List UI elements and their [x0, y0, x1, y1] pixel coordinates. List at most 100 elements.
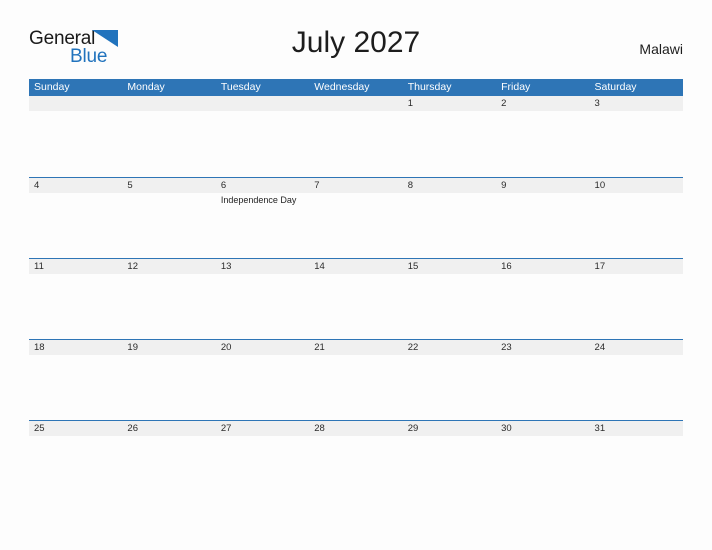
day-cell[interactable]: 12 — [122, 259, 215, 274]
week-date-band: 11 12 13 14 15 16 17 — [29, 258, 683, 274]
day-events[interactable] — [496, 111, 589, 177]
day-number: 20 — [220, 342, 232, 353]
day-cell[interactable]: 1 — [403, 96, 496, 111]
day-cell[interactable] — [309, 96, 402, 111]
day-events[interactable] — [590, 436, 683, 502]
day-cell[interactable]: 9 — [496, 178, 589, 193]
country-label: Malawi — [639, 41, 683, 57]
week-date-band: 4 5 6 7 8 9 10 — [29, 177, 683, 193]
day-cell[interactable]: 10 — [590, 178, 683, 193]
day-events[interactable] — [122, 355, 215, 421]
day-cell[interactable]: 19 — [122, 340, 215, 355]
day-cell[interactable]: 23 — [496, 340, 589, 355]
day-events[interactable] — [590, 274, 683, 340]
day-cell[interactable]: 22 — [403, 340, 496, 355]
day-events[interactable] — [403, 274, 496, 340]
day-cell[interactable]: 16 — [496, 259, 589, 274]
day-events[interactable] — [590, 193, 683, 259]
day-events[interactable] — [216, 111, 309, 177]
day-number: 4 — [34, 180, 40, 191]
day-events[interactable] — [496, 355, 589, 421]
day-events[interactable] — [309, 111, 402, 177]
day-cell[interactable]: 4 — [29, 178, 122, 193]
day-events[interactable] — [122, 111, 215, 177]
day-number: 1 — [407, 98, 413, 109]
day-cell[interactable] — [29, 96, 122, 111]
week-event-area — [29, 436, 683, 502]
week-event-area — [29, 274, 683, 340]
day-number: 29 — [407, 423, 419, 434]
day-number: 13 — [220, 261, 232, 272]
day-cell[interactable]: 2 — [496, 96, 589, 111]
day-events[interactable] — [309, 274, 402, 340]
day-number: 7 — [314, 180, 320, 191]
holiday-event-label: Independence Day — [220, 195, 297, 205]
day-cell[interactable]: 31 — [590, 421, 683, 436]
day-number: 8 — [407, 180, 413, 191]
weekday-header-tuesday: Tuesday — [220, 81, 261, 93]
day-events[interactable] — [309, 355, 402, 421]
day-number: 9 — [501, 180, 507, 191]
day-number: 14 — [314, 261, 325, 272]
day-number: 28 — [314, 423, 325, 434]
day-events[interactable] — [122, 436, 215, 502]
day-cell[interactable]: 20 — [216, 340, 309, 355]
calendar-week-row: 11 12 13 14 15 16 17 — [29, 258, 683, 340]
day-events[interactable] — [29, 274, 122, 340]
day-events[interactable] — [496, 274, 589, 340]
day-events[interactable] — [29, 436, 122, 502]
day-events[interactable] — [496, 436, 589, 502]
day-number: 2 — [501, 98, 507, 109]
day-cell[interactable]: 25 — [29, 421, 122, 436]
day-events[interactable] — [122, 274, 215, 340]
day-events[interactable] — [590, 111, 683, 177]
day-events[interactable] — [309, 193, 402, 259]
day-number: 21 — [314, 342, 325, 353]
day-number: 10 — [594, 180, 606, 191]
day-cell[interactable]: 29 — [403, 421, 496, 436]
calendar-page: General Blue July 2027 Malawi Sunday Mon… — [0, 0, 712, 550]
day-events[interactable] — [403, 355, 496, 421]
calendar-grid: Sunday Monday Tuesday Wednesday Thursday… — [29, 79, 683, 502]
day-events[interactable] — [496, 193, 589, 259]
day-cell[interactable]: 18 — [29, 340, 122, 355]
day-number: 26 — [127, 423, 138, 434]
day-events[interactable]: Independence Day — [216, 193, 309, 259]
day-events[interactable] — [590, 355, 683, 421]
day-cell[interactable]: 21 — [309, 340, 402, 355]
day-events[interactable] — [309, 436, 402, 502]
day-cell[interactable]: 24 — [590, 340, 683, 355]
day-events[interactable] — [403, 436, 496, 502]
day-events[interactable] — [29, 355, 122, 421]
day-cell[interactable]: 15 — [403, 259, 496, 274]
day-events[interactable] — [403, 193, 496, 259]
day-cell[interactable]: 26 — [122, 421, 215, 436]
day-cell[interactable]: 14 — [309, 259, 402, 274]
day-cell[interactable]: 13 — [216, 259, 309, 274]
day-events[interactable] — [216, 355, 309, 421]
day-events[interactable] — [216, 274, 309, 340]
day-cell[interactable] — [122, 96, 215, 111]
day-number: 31 — [594, 423, 606, 434]
day-cell[interactable]: 28 — [309, 421, 402, 436]
day-cell[interactable]: 5 — [122, 178, 215, 193]
day-cell[interactable]: 7 — [309, 178, 402, 193]
day-cell[interactable]: 17 — [590, 259, 683, 274]
day-cell[interactable]: 11 — [29, 259, 122, 274]
day-cell[interactable]: 6 — [216, 178, 309, 193]
day-number: 5 — [127, 180, 133, 191]
day-cell[interactable]: 8 — [403, 178, 496, 193]
day-cell[interactable]: 30 — [496, 421, 589, 436]
week-date-band: 1 2 3 — [29, 96, 683, 111]
day-number: 23 — [501, 342, 512, 353]
day-events[interactable] — [403, 111, 496, 177]
day-events[interactable] — [29, 111, 122, 177]
day-events[interactable] — [216, 436, 309, 502]
day-cell[interactable]: 27 — [216, 421, 309, 436]
page-header: General Blue July 2027 Malawi — [29, 26, 683, 74]
day-cell[interactable]: 3 — [590, 96, 683, 111]
day-cell[interactable] — [216, 96, 309, 111]
day-number: 12 — [127, 261, 138, 272]
day-events[interactable] — [29, 193, 122, 259]
day-events[interactable] — [122, 193, 215, 259]
